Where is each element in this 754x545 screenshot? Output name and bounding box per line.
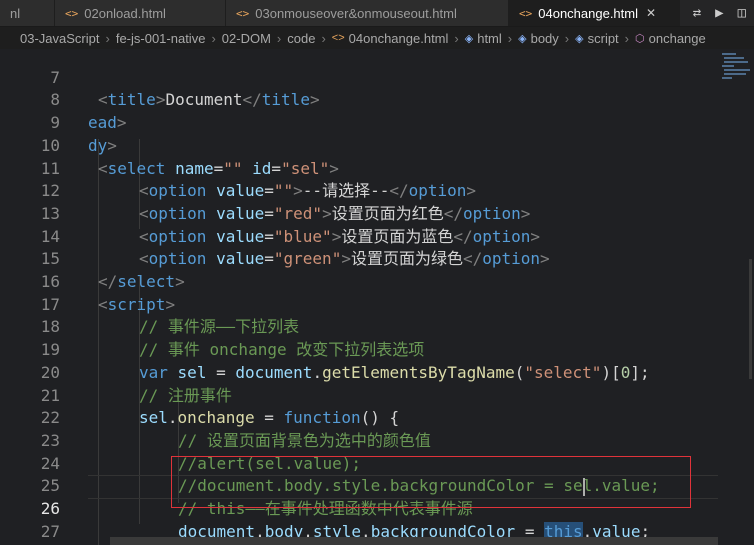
code-editor[interactable]: 7 <title>Document</title> 8 ead> 9 dy> 1… — [0, 49, 754, 545]
code-text: var sel = document.getElementsByTagName(… — [139, 362, 650, 382]
code-line: 18 // 事件 onchange 改变下拉列表选项 — [0, 294, 425, 359]
breadcrumb-item[interactable]: ◈ html › — [465, 31, 518, 46]
html-file-icon: <> — [236, 6, 250, 20]
editor-actions: ⇄ ▶ ◫ — [693, 0, 754, 26]
code-text: <option value="">--请选择--</option> — [139, 181, 477, 201]
code-text: <option value="blue">设置页面为蓝色</option> — [139, 226, 541, 246]
close-icon[interactable]: ✕ — [646, 6, 656, 20]
breadcrumb-item[interactable]: ◈ body › — [518, 31, 575, 46]
code-line: 10 <select name="" id="sel"> — [0, 112, 339, 178]
code-text: <option value="red">设置页面为红色</option> — [139, 203, 531, 223]
tab-label: 03onmouseover&onmouseout.html — [255, 5, 457, 21]
code-line: 27 } — [0, 498, 149, 545]
element-icon: ◈ — [575, 32, 584, 45]
tab-03onmouseover[interactable]: <> 03onmouseover&onmouseout.html — [226, 0, 509, 26]
function-icon: ⬡ — [635, 32, 645, 45]
code-comment: // 事件源——下拉列表 — [139, 317, 300, 337]
breadcrumb-item[interactable]: ◈ script › — [575, 31, 635, 46]
code-text: </select> — [98, 272, 185, 291]
code-comment: // 事件 onchange 改变下拉列表选项 — [139, 340, 425, 360]
code-text: dy> — [88, 135, 117, 155]
tab-label: 04onchange.html — [538, 5, 638, 21]
code-line: 17 // 事件源——下拉列表 — [0, 271, 299, 337]
code-text: sel.onchange = function() { — [139, 408, 400, 428]
breadcrumb-item[interactable]: code › — [287, 31, 332, 46]
code-line: 15 </select> — [0, 226, 185, 291]
run-icon[interactable]: ▶ — [715, 5, 723, 21]
split-icon[interactable]: ◫ — [738, 5, 746, 21]
tab-nl[interactable]: nl — [0, 0, 55, 26]
code-line: 22 // 设置页面背景色为选中的颜色值 — [0, 385, 431, 450]
code-line: 28 — [0, 521, 60, 545]
code-line: 23 //alert(sel.value); — [0, 407, 361, 473]
breadcrumb-item[interactable]: <> 04onchange.html › — [332, 31, 465, 46]
code-line: 25 // this——在事件处理函数中代表事件源 — [0, 453, 473, 518]
breadcrumb-item[interactable]: 03-JavaScript › — [20, 31, 116, 46]
code-line: 9 dy> — [0, 89, 117, 155]
code-text: ead> — [88, 113, 127, 133]
code-line: 12 <option value="red">设置页面为红色</option> — [0, 158, 531, 223]
code-line: 26 document.body.style.backgroundColor =… — [0, 475, 650, 541]
element-icon: ◈ — [464, 32, 474, 45]
annotation-box — [171, 456, 691, 508]
code-line: 13 <option value="blue">设置页面为蓝色</option> — [0, 180, 540, 246]
minimap[interactable] — [720, 49, 754, 109]
horizontal-scrollbar[interactable] — [110, 537, 718, 545]
code-line: 14 <option value="green">设置页面为绿色</option… — [0, 203, 550, 269]
code-comment: // 设置页面背景色为选中的颜色值 — [178, 430, 431, 450]
breadcrumb-item[interactable]: fe-js-001-native › — [116, 31, 222, 46]
breadcrumb: 03-JavaScript › fe-js-001-native › 02-DOM ›… — [0, 27, 754, 49]
code-line: 24 //document.body.style.backgroundColor… — [0, 430, 660, 496]
tab-label: nl — [10, 5, 21, 21]
breadcrumb-item[interactable]: ⬡ onchange — [635, 31, 706, 46]
tab-bar: nl <> 02onload.html <> 03onmouseover&onm… — [0, 0, 754, 27]
code-text: <script> — [98, 294, 176, 314]
element-icon: ◈ — [518, 32, 527, 45]
html-file-icon: <> — [519, 6, 533, 20]
code-line: 21 sel.onchange = function() { — [0, 362, 399, 428]
compare-icon[interactable]: ⇄ — [693, 5, 701, 21]
code-text: <select name="" id="sel"> — [98, 158, 339, 178]
html-file-icon: <> — [65, 6, 79, 20]
code-line: 7 <title>Document</title> — [0, 49, 319, 110]
code-text: <title>Document</title> — [98, 90, 320, 110]
code-line: 20 // 注册事件 — [0, 339, 232, 405]
code-line: 19 var sel = document.getElementsByTagNa… — [0, 316, 650, 382]
code-line: 16 <script> — [0, 248, 175, 314]
vertical-scrollbar[interactable] — [749, 259, 752, 379]
html-file-icon: <> — [331, 32, 345, 44]
breadcrumb-item[interactable]: 02-DOM › — [222, 31, 287, 46]
tab-04onchange[interactable]: <> 04onchange.html ✕ — [509, 0, 680, 26]
code-comment: // 注册事件 — [139, 385, 232, 405]
code-text: <option value="green">设置页面为绿色</option> — [139, 249, 550, 269]
tab-02onload[interactable]: <> 02onload.html — [55, 0, 226, 26]
code-line: 8 ead> — [0, 67, 126, 132]
tab-label: 02onload.html — [84, 5, 166, 21]
code-line: 11 <option value="">--请选择--</option> — [0, 135, 476, 201]
